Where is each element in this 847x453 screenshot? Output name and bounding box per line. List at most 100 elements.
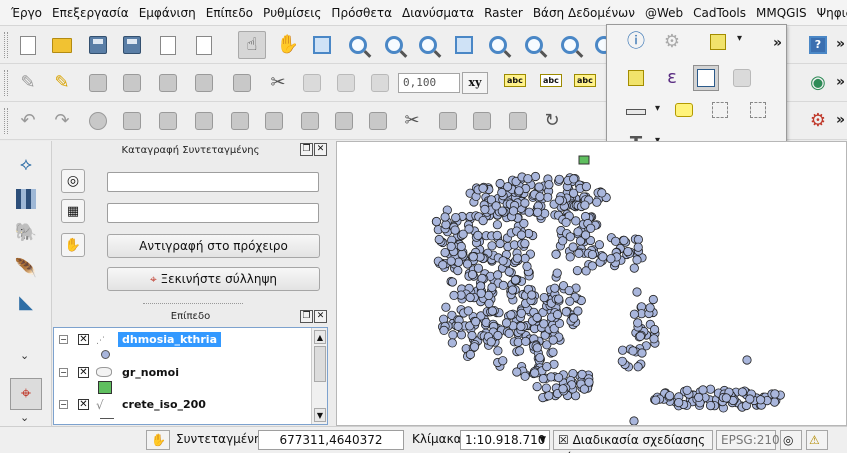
toggle-edit-button[interactable]: ✎ (48, 69, 76, 97)
delete-ring-button[interactable] (190, 107, 218, 135)
crs-selector-button[interactable]: ◎ (61, 169, 85, 193)
move-feature-button[interactable] (154, 69, 182, 97)
menu-item-9[interactable]: @Web (640, 2, 688, 24)
layers-scrollbar[interactable]: ▲ ▼ (311, 328, 327, 424)
render-checkbox[interactable]: ☒ (558, 433, 569, 447)
split-features-button[interactable] (364, 107, 392, 135)
expression-select-button[interactable]: ε (659, 65, 685, 91)
label-icon[interactable]: abc (504, 74, 526, 87)
zoom-full-button[interactable] (450, 31, 478, 59)
menu-item-10[interactable]: CadTools (688, 2, 751, 24)
show-hide-label-icon[interactable]: abc (574, 74, 596, 87)
copy-to-clipboard-button[interactable]: Αντιγραφή στο πρόχειρο (107, 234, 320, 258)
identify-button[interactable]: ⓘ (623, 29, 649, 55)
menu-item-8[interactable]: Βάση Δεδομένων (528, 2, 640, 24)
new-print-composer-button[interactable] (154, 31, 182, 59)
scale-dropdown-arrow-icon[interactable]: ▼ (539, 431, 546, 449)
start-capture-button[interactable]: ⌖ Ξεκινήστε σύλληψη (107, 267, 320, 291)
pin-label-icon[interactable]: abc (540, 74, 562, 87)
float-layers-panel-button[interactable]: ❐ (300, 310, 313, 323)
paste-features-button[interactable] (332, 69, 360, 97)
help-button[interactable]: ? (804, 31, 832, 59)
toolbar-grip[interactable] (4, 108, 8, 134)
toolbar-grip[interactable] (4, 32, 8, 58)
measure-button[interactable] (623, 99, 649, 125)
scroll-thumb[interactable] (314, 346, 326, 382)
messages-warning-button[interactable]: ⚠ (806, 430, 828, 450)
close-layers-panel-button[interactable]: ✕ (314, 310, 327, 323)
scale-combobox[interactable]: 1:10.918.710 ▼ (460, 430, 550, 450)
menu-item-7[interactable]: Raster (479, 2, 528, 24)
coordinate-field-1[interactable] (107, 172, 319, 192)
toolbar-overflow-chevron[interactable]: » (836, 74, 845, 90)
coordinate-value[interactable]: 677311,4640372 (258, 430, 404, 450)
scroll-down-arrow[interactable]: ▼ (314, 408, 326, 422)
collapse-toggle[interactable]: − (59, 367, 68, 377)
fill-ring-button[interactable] (154, 107, 182, 135)
save-edits-button[interactable] (84, 69, 112, 97)
map-canvas[interactable] (336, 141, 847, 426)
open-project-button[interactable] (48, 31, 76, 59)
popup-overflow-chevron[interactable]: » (773, 35, 782, 51)
menu-item-4[interactable]: Ρυθμίσεις (258, 2, 326, 24)
add-part-button[interactable] (118, 107, 146, 135)
map-crs-button[interactable]: ▦ (61, 199, 85, 223)
line-width-input[interactable]: 0,100 (398, 73, 460, 93)
cut-features-button[interactable]: ✂ (264, 69, 292, 97)
simplify-button[interactable] (330, 107, 358, 135)
save-as-button[interactable] (118, 31, 146, 59)
zoom-last-button[interactable] (556, 31, 584, 59)
panel-splitter[interactable] (143, 303, 243, 304)
offset-curve-button[interactable] (296, 107, 324, 135)
toolbar-overflow-chevron-right[interactable]: » (836, 36, 845, 52)
rotate-feature-button[interactable]: ↻ (538, 107, 566, 135)
touch-zoom-button[interactable]: ☝ (238, 31, 266, 59)
new-bookmark-button[interactable] (707, 97, 733, 123)
menu-item-5[interactable]: Πρόσθετα (326, 2, 397, 24)
coordinate-field-2[interactable] (107, 203, 319, 223)
add-postgis-layer-button[interactable]: 🐘 (12, 219, 40, 247)
toolbar-grip[interactable] (4, 70, 8, 96)
attribute-table-button[interactable] (693, 65, 719, 91)
add-ring-button[interactable] (84, 107, 112, 135)
pan-button[interactable]: ✋ (274, 31, 302, 59)
merge-attributes-button[interactable] (468, 107, 496, 135)
pan-to-selection-button[interactable] (308, 31, 336, 59)
zoom-to-selection-button[interactable] (484, 31, 512, 59)
toolbar-expand-chevron[interactable]: ⌄ (20, 349, 29, 362)
add-mssql-layer-button[interactable]: ◣ (12, 289, 40, 317)
track-mouse-button[interactable]: ✋ (61, 233, 85, 257)
menu-item-3[interactable]: Επίπεδο (201, 2, 258, 24)
zoom-to-layer-button[interactable] (520, 31, 548, 59)
show-bookmarks-button[interactable] (745, 97, 771, 123)
feature-form-button[interactable] (366, 69, 394, 97)
select-features-dropdown[interactable]: ▾ (737, 33, 742, 44)
map-tips-button[interactable] (671, 97, 697, 123)
menu-item-2[interactable]: Εμφάνιση (134, 2, 201, 24)
menu-item-12[interactable]: Ψηφιδωτό (812, 2, 847, 24)
processing-button[interactable]: ⚙ (804, 107, 832, 135)
toolbar-overflow-chevron[interactable]: » (836, 112, 845, 128)
coordinate-capture-tool-button[interactable]: ⌖ (10, 378, 42, 410)
field-calculator-button[interactable] (729, 65, 755, 91)
delete-selected-button[interactable] (228, 69, 256, 97)
menu-item-1[interactable]: Επεξεργασία (47, 2, 134, 24)
node-tool-button[interactable] (190, 69, 218, 97)
new-project-button[interactable] (14, 31, 42, 59)
scroll-up-arrow[interactable]: ▲ (314, 330, 326, 344)
float-panel-button[interactable]: ❐ (300, 143, 313, 156)
run-feature-action-button[interactable]: ⚙ (659, 29, 685, 55)
crs-status-button[interactable]: EPSG:2100 (716, 430, 787, 450)
layer-row-dhmosia-kthria[interactable]: − ✕ ⋰ dhmosia_kthria (54, 329, 312, 349)
toggle-coordinate-display-button[interactable]: ✋ (146, 430, 170, 450)
add-raster-layer-button[interactable] (12, 185, 40, 213)
toolbar-expand-chevron-2[interactable]: ⌄ (20, 411, 29, 424)
rotate-point-button[interactable] (504, 107, 532, 135)
layer-visibility-checkbox[interactable]: ✕ (78, 333, 89, 345)
close-panel-button[interactable]: ✕ (314, 143, 327, 156)
reshape-button[interactable] (260, 107, 288, 135)
menu-item-11[interactable]: MMQGIS (751, 2, 812, 24)
split-parts-button[interactable]: ✂ (398, 107, 426, 135)
add-spatialite-layer-button[interactable]: 🪶 (12, 255, 40, 283)
menu-item-6[interactable]: Διανύσματα (397, 2, 479, 24)
